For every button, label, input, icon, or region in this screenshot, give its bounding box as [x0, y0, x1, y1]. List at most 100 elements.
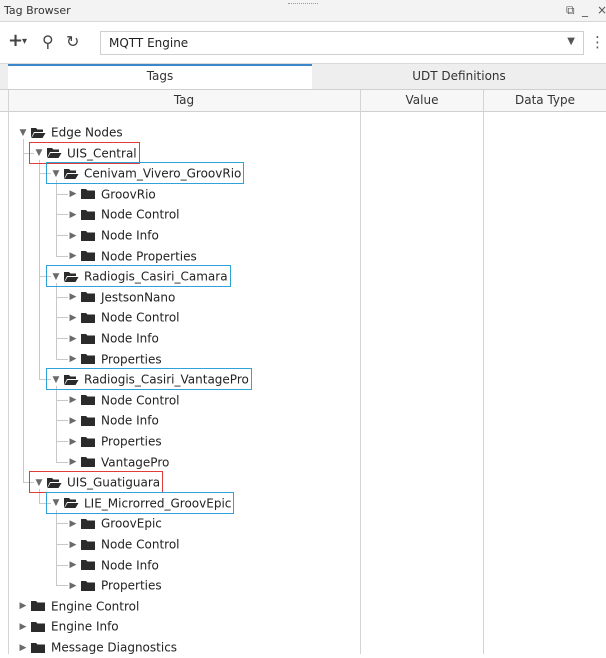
highlight-box-blue — [46, 162, 244, 185]
folder-icon — [81, 230, 95, 241]
tree-item-label: GroovRio — [101, 187, 156, 202]
tab-tags[interactable]: Tags — [8, 64, 312, 89]
folder-icon — [31, 601, 45, 612]
tree-connector — [39, 159, 40, 380]
tree-item-label: Engine Info — [51, 619, 119, 634]
restore-icon[interactable]: ⧉ — [566, 3, 575, 18]
highlight-box-red — [29, 141, 140, 164]
close-icon[interactable]: × — [597, 3, 606, 17]
tree-row[interactable]: ▶ Properties — [66, 575, 162, 595]
expand-right-icon[interactable]: ▶ — [66, 514, 80, 534]
expand-right-icon[interactable]: ▶ — [66, 226, 80, 246]
tree-row[interactable]: ▼ Edge Nodes — [16, 122, 123, 142]
expand-right-icon[interactable]: ▶ — [66, 329, 80, 349]
highlight-box-blue — [46, 491, 234, 514]
expand-right-icon[interactable]: ▶ — [66, 287, 80, 307]
tree-row[interactable]: ▶ Message Diagnostics — [16, 637, 178, 658]
column-header-value[interactable]: Value — [361, 90, 483, 111]
tree-item-label: Node Control — [101, 537, 180, 552]
tree-connector — [56, 509, 57, 586]
expand-right-icon[interactable]: ▶ — [66, 184, 80, 204]
expand-right-icon[interactable]: ▶ — [66, 432, 80, 452]
refresh-icon[interactable]: ↻ — [66, 32, 79, 51]
tree-row[interactable]: ▶ VantagePro — [66, 452, 170, 472]
expand-right-icon[interactable]: ▶ — [66, 308, 80, 328]
tree-row[interactable]: ▶ Node Info — [66, 328, 159, 348]
add-dropdown-chevron-icon[interactable]: ▾ — [22, 36, 27, 47]
expand-right-icon[interactable]: ▶ — [66, 555, 80, 575]
expand-right-icon[interactable]: ▶ — [16, 596, 30, 616]
tree-item-label: Node Info — [101, 331, 159, 346]
drag-grip[interactable] — [288, 3, 318, 5]
folder-icon — [81, 539, 95, 550]
tree-item-label: Message Diagnostics — [51, 640, 178, 655]
tree-item-label: VantagePro — [101, 455, 170, 470]
tree-item-label: JestsonNano — [101, 290, 176, 305]
tag-tree: ▼ Edge Nodes ▼ UIS_Central ▼ Cenivam_Vivero_G… — [0, 112, 606, 658]
expand-right-icon[interactable]: ▶ — [66, 246, 80, 266]
expand-right-icon[interactable]: ▶ — [66, 452, 80, 472]
expand-right-icon[interactable]: ▶ — [66, 390, 80, 410]
tree-connector — [56, 386, 57, 462]
tree-row[interactable]: ▶ Node Properties — [66, 246, 197, 266]
table-header: Tag Value Data Type — [0, 90, 606, 112]
tree-item-label: Properties — [101, 434, 162, 449]
tree-row[interactable]: ▶ Node Control — [66, 204, 180, 224]
tree-item-label: Node Info — [101, 558, 159, 573]
tree-item-label: Node Info — [101, 228, 159, 243]
tag-provider-dropdown[interactable]: MQTT Engine ▼ — [100, 31, 584, 55]
tree-connector — [56, 283, 57, 359]
panel-title: Tag Browser — [4, 4, 71, 17]
minimize-icon[interactable]: _ — [582, 3, 588, 17]
expand-right-icon[interactable]: ▶ — [66, 205, 80, 225]
expand-right-icon[interactable]: ▶ — [66, 411, 80, 431]
tree-item-label: Engine Control — [51, 599, 140, 614]
tree-row[interactable]: ▶ Node Info — [66, 555, 159, 575]
tree-connector — [23, 139, 24, 483]
expand-right-icon[interactable]: ▶ — [16, 617, 30, 637]
tree-row[interactable]: ▶ Node Control — [66, 534, 180, 554]
tree-item-label: Node Control — [101, 393, 180, 408]
folder-icon — [81, 395, 95, 406]
highlight-box-red — [29, 471, 163, 494]
tree-row[interactable]: ▶ Engine Control — [16, 596, 140, 616]
chevron-down-icon[interactable]: ▼ — [567, 36, 575, 47]
search-icon[interactable]: ⚲ — [42, 32, 54, 51]
tree-item-label: Properties — [101, 352, 162, 367]
folder-icon — [81, 312, 95, 323]
column-header-tag[interactable]: Tag — [8, 90, 360, 111]
tree-row[interactable]: ▶ Node Control — [66, 390, 180, 410]
tree-row[interactable]: ▶ Properties — [66, 431, 162, 451]
add-icon[interactable]: + — [8, 30, 23, 51]
folder-icon — [81, 333, 95, 344]
expand-down-icon[interactable]: ▼ — [16, 123, 30, 143]
tree-row[interactable]: ▶ GroovEpic — [66, 513, 162, 533]
tree-row[interactable]: ▶ Properties — [66, 349, 162, 369]
tree-row[interactable]: ▶ Engine Info — [16, 616, 119, 636]
tree-row[interactable]: ▶ Node Info — [66, 225, 159, 245]
tree-row[interactable]: ▶ JestsonNano — [66, 287, 176, 307]
folder-icon — [81, 415, 95, 426]
tree-item-label: Node Control — [101, 310, 180, 325]
expand-right-icon[interactable]: ▶ — [16, 638, 30, 658]
folder-icon — [81, 518, 95, 529]
column-header-data-type[interactable]: Data Type — [484, 90, 606, 111]
folder-icon — [31, 621, 45, 632]
tree-row[interactable]: ▶ Node Control — [66, 307, 180, 327]
expand-right-icon[interactable]: ▶ — [66, 535, 80, 555]
more-menu-icon[interactable]: ⋮ — [590, 33, 605, 51]
title-bar: Tag Browser ⧉ _ × — [0, 0, 606, 22]
folder-icon — [81, 457, 95, 468]
folder-icon — [81, 580, 95, 591]
expand-right-icon[interactable]: ▶ — [66, 576, 80, 596]
toolbar: + ▾ ⚲ ↻ MQTT Engine ▼ ⋮ — [0, 22, 606, 64]
folder-icon — [81, 251, 95, 262]
folder-icon — [81, 189, 95, 200]
expand-right-icon[interactable]: ▶ — [66, 349, 80, 369]
tree-row[interactable]: ▶ Node Info — [66, 410, 159, 430]
tab-udt-definitions[interactable]: UDT Definitions — [312, 64, 606, 89]
highlight-box-blue — [46, 368, 252, 391]
tree-item-label: Edge Nodes — [51, 125, 123, 140]
tree-row[interactable]: ▶ GroovRio — [66, 184, 156, 204]
folder-open-icon — [31, 127, 46, 138]
